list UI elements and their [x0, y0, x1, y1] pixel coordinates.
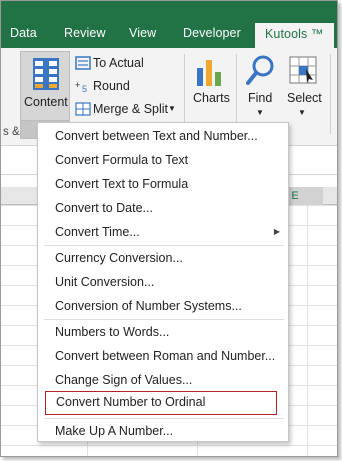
content-label: Content: [24, 95, 68, 109]
to-actual-button[interactable]: To Actual: [93, 56, 144, 70]
menu-item-convert-to-date[interactable]: Convert to Date...: [38, 196, 288, 220]
tab-data[interactable]: Data: [10, 26, 37, 40]
charts-button[interactable]: Charts: [193, 91, 230, 105]
menu-item-change-sign[interactable]: Change Sign of Values...: [38, 368, 288, 392]
menu-item-convert-text-to-formula[interactable]: Convert Text to Formula: [38, 172, 288, 196]
select-arrow-icon[interactable]: ▼: [298, 108, 306, 117]
menu-item-convert-formula-to-text[interactable]: Convert Formula to Text: [38, 148, 288, 172]
menu-item-convert-text-number[interactable]: Convert between Text and Number...: [38, 124, 288, 148]
find-button[interactable]: Find: [248, 91, 272, 105]
menu-item-numbers-to-words[interactable]: Numbers to Words...: [38, 320, 288, 344]
tab-view[interactable]: View: [129, 26, 156, 40]
find-arrow-icon[interactable]: ▼: [256, 108, 264, 117]
select-grid-icon: [289, 56, 317, 84]
tab-developer[interactable]: Developer: [183, 26, 241, 40]
ribbon-group-caption: s &: [3, 126, 20, 138]
menu-item-unit-conversion[interactable]: Unit Conversion...: [38, 270, 288, 294]
round-button[interactable]: Round: [93, 79, 130, 93]
submenu-arrow-icon: ▶: [273, 227, 280, 236]
menu-item-label: Convert Time...: [55, 225, 140, 239]
charts-icon: [197, 60, 221, 86]
menu-item-number-systems[interactable]: Conversion of Number Systems...: [38, 294, 288, 318]
merge-split-icon: [75, 102, 91, 116]
menu-item-roman-number[interactable]: Convert between Roman and Number...: [38, 344, 288, 368]
merge-split-arrow-icon[interactable]: ▼: [168, 104, 176, 113]
menu-item-currency-conversion[interactable]: Currency Conversion...: [38, 246, 288, 270]
tab-kutools[interactable]: Kutools ™: [255, 23, 334, 48]
to-actual-icon: [75, 56, 91, 70]
ribbon-tab-bar: Data Review View Developer Kutools ™: [1, 1, 337, 48]
merge-split-button[interactable]: Merge & Split: [93, 102, 168, 116]
svg-text:5: 5: [82, 84, 87, 93]
menu-item-number-to-ordinal[interactable]: Convert Number to Ordinal: [45, 391, 277, 415]
tab-review[interactable]: Review: [64, 26, 106, 40]
excel-window: Data Review View Developer Kutools ™ Con…: [0, 0, 338, 457]
find-magnifier-icon: [246, 55, 274, 85]
content-icon: [33, 58, 59, 90]
round-icon: + 5: [75, 80, 87, 93]
content-button[interactable]: Content: [20, 51, 70, 121]
menu-item-make-up-number[interactable]: Make Up A Number...: [38, 419, 288, 443]
svg-text:+: +: [75, 80, 80, 90]
select-button[interactable]: Select: [287, 91, 322, 105]
ribbon-group-separator: [330, 54, 331, 134]
menu-item-convert-time[interactable]: Convert Time... ▶: [38, 220, 288, 244]
content-dropdown-menu: Convert between Text and Number... Conve…: [37, 122, 289, 442]
